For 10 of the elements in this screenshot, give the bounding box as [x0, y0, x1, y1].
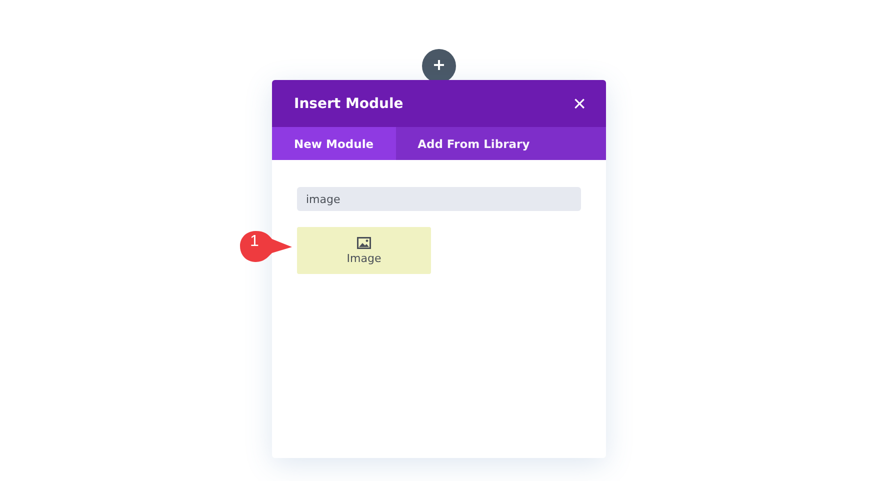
dialog-title: Insert Module	[294, 96, 404, 112]
callout-number: 1	[250, 233, 259, 251]
add-icon[interactable]	[422, 49, 456, 83]
search-field[interactable]: image	[297, 187, 581, 211]
tab[interactable]: New Module	[272, 127, 396, 160]
close-button[interactable]: ×	[573, 92, 586, 114]
image-icon	[357, 236, 371, 248]
tab[interactable]: Add From Library	[396, 127, 552, 160]
callout-badge	[238, 229, 292, 265]
module-tile[interactable]: Image	[297, 227, 431, 274]
